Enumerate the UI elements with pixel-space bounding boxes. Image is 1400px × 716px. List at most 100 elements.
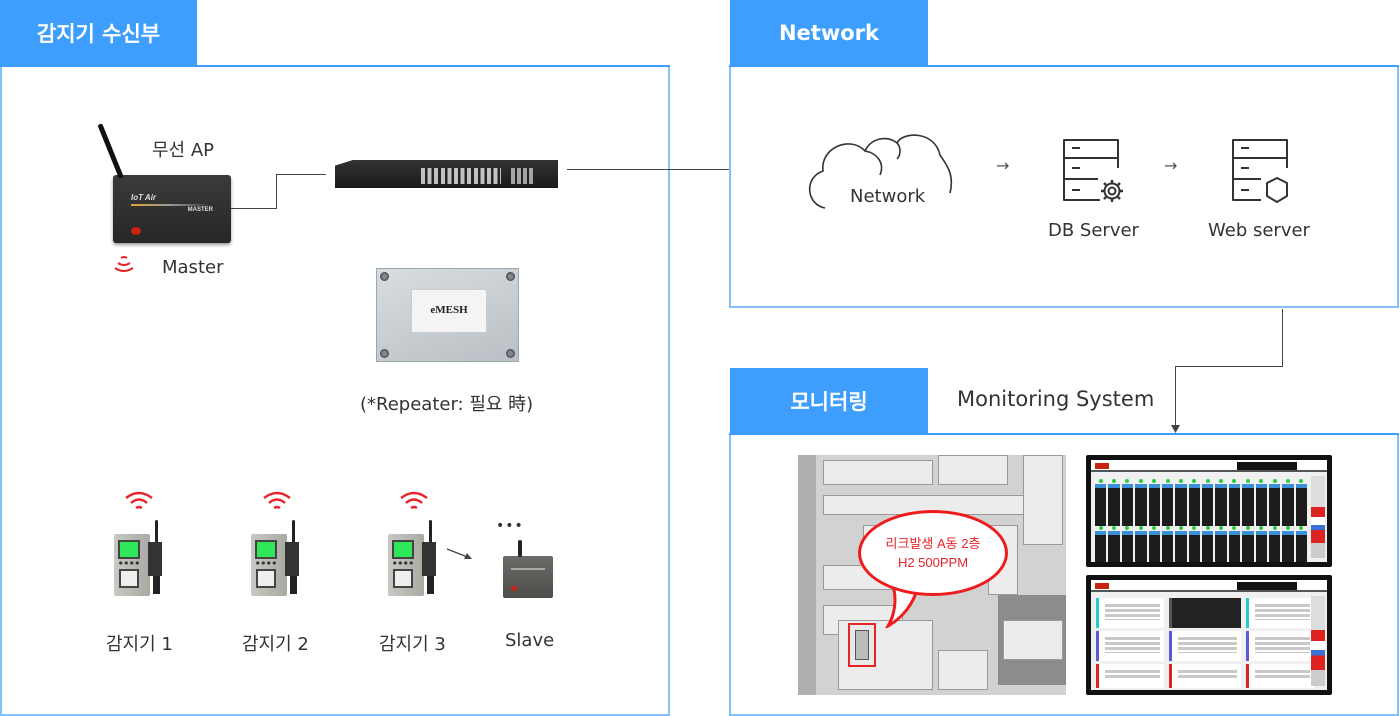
sensor-column bbox=[1188, 526, 1200, 562]
zone-rows bbox=[1178, 670, 1237, 680]
sensor-column bbox=[1282, 479, 1294, 526]
sensor-column bbox=[1095, 479, 1107, 526]
sensor-column bbox=[1108, 526, 1120, 562]
tab-receiver: 감지기 수신부 bbox=[0, 0, 197, 66]
detector-buttons bbox=[392, 561, 414, 565]
detector-screen bbox=[255, 540, 277, 559]
sensor-column bbox=[1255, 479, 1267, 526]
detector-plug bbox=[427, 576, 434, 594]
wifi-signal-icon bbox=[114, 256, 134, 272]
alert-speech-bubble: 리크발생 A동 2층 H2 500PPM bbox=[858, 510, 1008, 596]
fp-block bbox=[1003, 620, 1063, 660]
detector-thumbnail bbox=[855, 630, 869, 660]
zone-rows bbox=[1255, 637, 1310, 653]
sensor-column-grid bbox=[1095, 479, 1307, 526]
detector-window bbox=[393, 569, 413, 588]
zone-rows bbox=[1105, 670, 1160, 680]
web-server-shield-icon bbox=[1232, 139, 1288, 203]
more-ellipsis: ••• bbox=[496, 518, 524, 534]
connector-ap-switch-h1 bbox=[231, 208, 277, 209]
monitor-screen-overview bbox=[1086, 455, 1332, 567]
detector-module bbox=[422, 542, 436, 576]
detector-module bbox=[148, 542, 162, 576]
zone-card bbox=[1096, 664, 1164, 688]
zone-rows bbox=[1178, 637, 1237, 653]
screw bbox=[506, 272, 515, 281]
antenna-icon bbox=[429, 520, 432, 544]
sensor-column bbox=[1228, 479, 1241, 526]
connector-network-monitoring-v1 bbox=[1282, 309, 1283, 367]
detector-device-1 bbox=[114, 516, 168, 596]
detector-module bbox=[285, 542, 299, 576]
zone-card bbox=[1169, 664, 1241, 688]
sensor-column bbox=[1242, 526, 1254, 562]
screw bbox=[380, 349, 389, 358]
sensor-column bbox=[1242, 479, 1254, 526]
sensor-column bbox=[1148, 526, 1160, 562]
zone-rows bbox=[1105, 604, 1160, 620]
master-label: Master bbox=[162, 257, 224, 278]
antenna-icon bbox=[292, 520, 295, 544]
wifi-signal-icon bbox=[263, 491, 291, 510]
connector-ap-switch-v bbox=[276, 174, 277, 209]
sensor-column bbox=[1188, 479, 1200, 526]
sensor-column bbox=[1135, 526, 1147, 562]
zone-card bbox=[1246, 664, 1314, 688]
monitor-logo bbox=[1095, 583, 1109, 589]
tab-monitoring-label: 모니터링 bbox=[790, 390, 868, 414]
sensor-column bbox=[1148, 479, 1160, 526]
sensor-column bbox=[1202, 526, 1214, 562]
sensor-column bbox=[1161, 526, 1174, 562]
fp-block bbox=[823, 460, 933, 485]
sensor-column bbox=[1228, 526, 1241, 562]
zone-card bbox=[1096, 631, 1164, 661]
detector-plug bbox=[290, 576, 297, 594]
monitoring-panel-top-border bbox=[729, 433, 1399, 435]
tab-monitoring: 모니터링 bbox=[730, 368, 928, 434]
detector-plug bbox=[153, 576, 160, 594]
sensor-column bbox=[1095, 526, 1107, 562]
fp-block bbox=[938, 650, 988, 690]
sensor-column bbox=[1135, 479, 1147, 526]
detector-window bbox=[256, 569, 276, 588]
slave-label: Slave bbox=[505, 630, 555, 651]
ap-stripe bbox=[131, 204, 211, 206]
antenna-icon bbox=[518, 540, 522, 557]
monitoring-subtitle: Monitoring System bbox=[957, 387, 1155, 411]
network-node-label: Network bbox=[850, 186, 926, 207]
screw bbox=[380, 272, 389, 281]
sensor-column bbox=[1295, 526, 1307, 562]
monitor-status-box bbox=[1237, 462, 1297, 470]
antenna-icon bbox=[155, 520, 158, 544]
wireless-ap-device: IoT Air MASTER bbox=[97, 123, 231, 243]
arrow-down-icon bbox=[1171, 425, 1180, 433]
detector-buttons bbox=[255, 561, 277, 565]
monitor-display bbox=[1091, 460, 1327, 562]
arrow-icon: → bbox=[996, 156, 1010, 175]
zone-card bbox=[1169, 631, 1241, 661]
slave-device bbox=[503, 540, 553, 598]
detector-device-3 bbox=[388, 516, 442, 596]
sensor-column bbox=[1268, 526, 1281, 562]
network-panel-top-border bbox=[729, 65, 1399, 67]
ap-model-tag: MASTER bbox=[187, 207, 213, 213]
slave-logo bbox=[511, 586, 517, 591]
zone-card bbox=[1246, 598, 1314, 628]
sensor-column bbox=[1161, 479, 1174, 526]
wifi-signal-icon bbox=[125, 491, 153, 510]
web-server-label: Web server bbox=[1208, 220, 1310, 241]
sensor-column bbox=[1215, 479, 1227, 526]
tab-receiver-label: 감지기 수신부 bbox=[36, 22, 161, 46]
sensor-column bbox=[1295, 479, 1307, 526]
detector-location-marker[interactable] bbox=[848, 623, 876, 667]
alert-line-1: 리크발생 A동 2층 bbox=[885, 536, 981, 551]
db-server-label: DB Server bbox=[1048, 220, 1139, 241]
zone-card bbox=[1246, 631, 1314, 661]
zone-rows bbox=[1255, 604, 1310, 620]
fp-dark bbox=[798, 455, 816, 695]
monitor-status-box bbox=[1237, 582, 1297, 590]
zone-card bbox=[1169, 598, 1241, 628]
switch-uplink-ports bbox=[511, 168, 533, 184]
fp-block bbox=[938, 455, 1008, 485]
wifi-signal-icon bbox=[400, 491, 428, 510]
